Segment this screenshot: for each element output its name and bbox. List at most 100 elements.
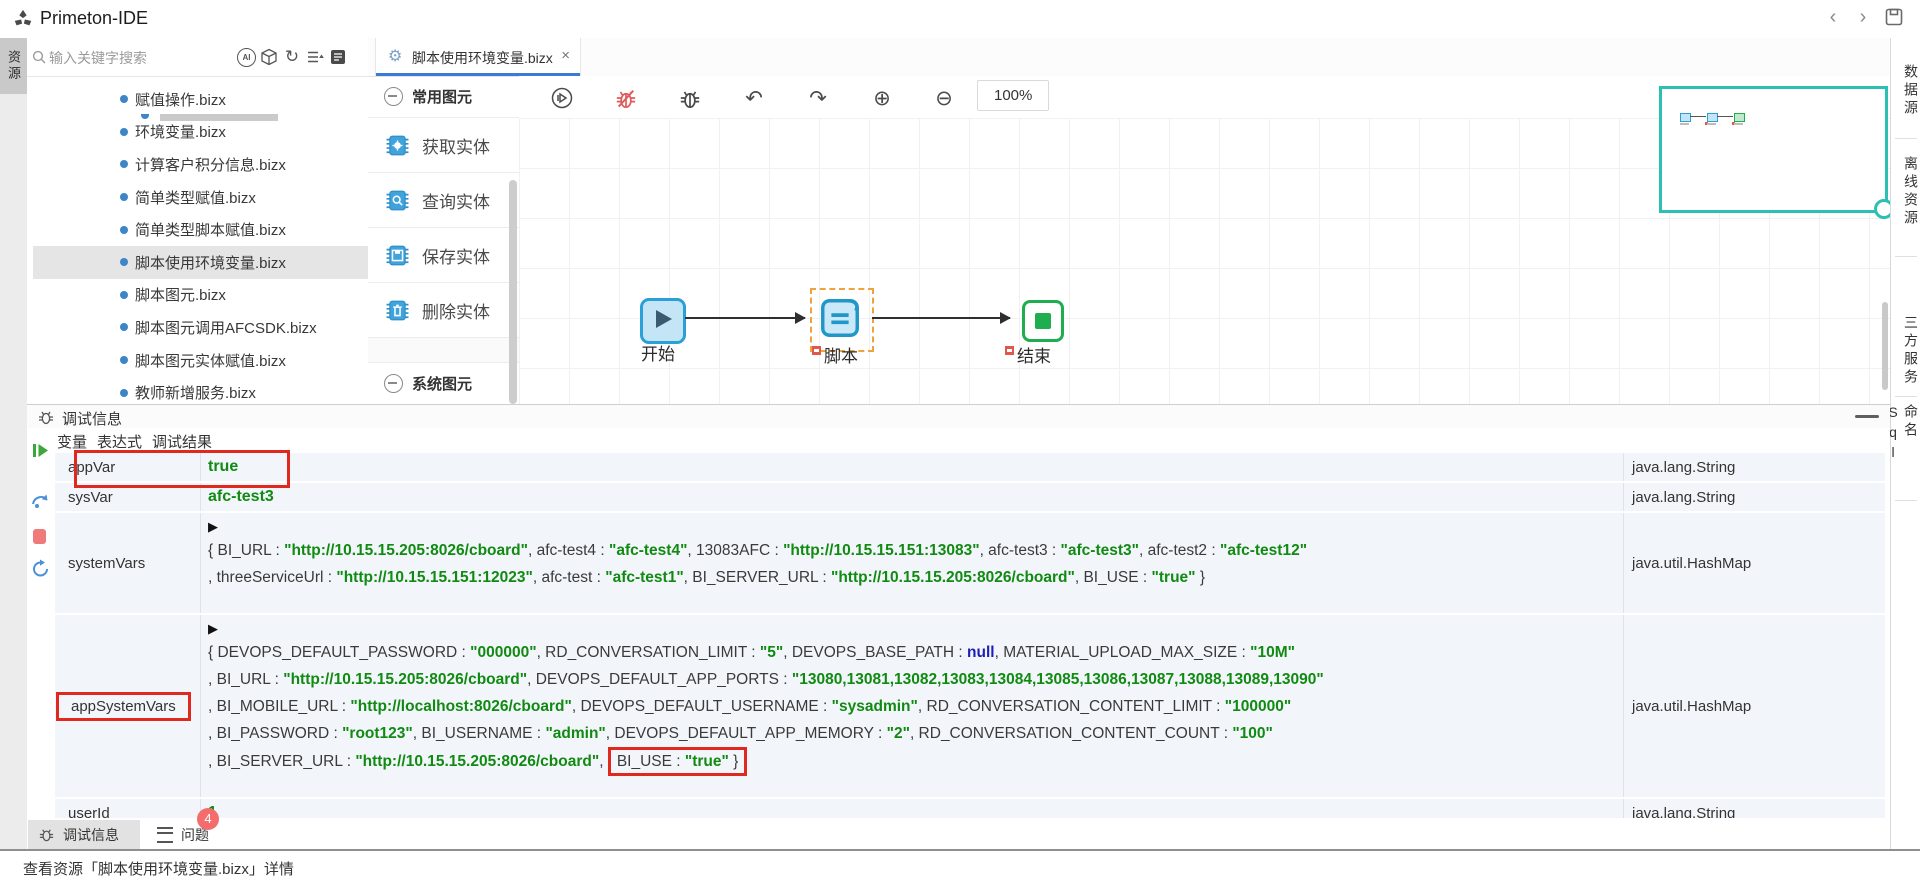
rerun-icon[interactable]	[31, 559, 51, 579]
variable-row-systemVars[interactable]: systemVars▶{ BI_URL : "http://10.15.15.2…	[55, 513, 1890, 615]
tree-item[interactable]: 脚本图元实体赋值.bizx	[27, 344, 368, 377]
run-icon[interactable]	[549, 85, 575, 111]
palette-section-system[interactable]: 系统图元	[368, 363, 519, 404]
tree-item[interactable]: 简单类型赋值.bizx	[27, 181, 368, 214]
rail-tab-resources[interactable]: 资源	[0, 38, 27, 94]
value-line: , BI_SERVER_URL : "http://10.15.15.205:8…	[208, 747, 1623, 776]
undo-icon[interactable]: ↶	[741, 85, 767, 111]
edge-start-script[interactable]	[685, 317, 805, 319]
canvas-scrollbar[interactable]	[1882, 302, 1888, 390]
rail-divider	[1895, 396, 1917, 397]
diagram-view-icon[interactable]	[329, 48, 347, 66]
nav-back-icon[interactable]: ‹	[1822, 6, 1844, 29]
node-label-end: 结束	[1017, 342, 1051, 367]
ai-icon[interactable]: AI	[237, 48, 256, 67]
tree-item[interactable]: 赋值操作.bizx	[27, 83, 368, 116]
tree-item-label: 教师新增服务.bizx	[135, 382, 256, 403]
chip-get-icon	[384, 131, 411, 160]
step-over-icon[interactable]	[31, 490, 51, 510]
variable-value: true	[201, 453, 1624, 481]
minimize-panel-icon[interactable]	[1855, 415, 1879, 418]
minimap-node	[1680, 113, 1691, 122]
right-rail-item-3[interactable]: 三方服务	[1891, 306, 1920, 396]
status-text: 查看资源「脚本使用环境变量.bizx」详情	[23, 858, 294, 879]
edge-script-end[interactable]	[872, 317, 1010, 319]
debug-tab-3[interactable]: 调试结果	[152, 431, 212, 452]
search-icon	[32, 50, 46, 64]
right-rail-item-2[interactable]: 离线资源	[1891, 146, 1920, 238]
search-input[interactable]: 输入关键字搜索	[49, 48, 147, 68]
stop-icon[interactable]	[33, 529, 46, 544]
issues-list-icon	[157, 827, 173, 843]
file-bullet-icon	[120, 128, 128, 136]
tree-item-selected[interactable]: 脚本使用环境变量.bizx	[33, 246, 368, 279]
right-rail-item-4[interactable]: 命名Sql	[1891, 404, 1920, 496]
breakpoint-marker[interactable]	[812, 346, 821, 355]
palette-item-保存实体[interactable]: 保存实体	[368, 228, 519, 283]
package-icon[interactable]	[260, 48, 278, 66]
editor-tab[interactable]: ⚙ 脚本使用环境变量.bizx ×	[375, 38, 581, 76]
tree-item[interactable]: 脚本图元调用AFCSDK.bizx!	[27, 311, 368, 344]
sort-icon[interactable]	[306, 48, 324, 66]
bottom-tab-issues[interactable]: 问题	[145, 820, 245, 849]
flow-canvas[interactable]: ↶ ↷ ⊕ ⊖ 100% 开始 脚本 结束	[519, 76, 1890, 404]
value-text: afc-test3	[208, 483, 1623, 511]
tree-item[interactable]: 脚本图元.bizx	[27, 279, 368, 312]
debug-gutter	[27, 453, 56, 819]
palette-item-查询实体[interactable]: 查询实体	[368, 173, 519, 228]
right-rail-item-1[interactable]: 数据源	[1891, 48, 1920, 134]
tab-close-icon[interactable]: ×	[561, 47, 570, 64]
variable-row-sysVar[interactable]: sysVarafc-test3java.lang.String	[55, 483, 1890, 513]
node-start[interactable]	[640, 298, 686, 344]
file-bullet-icon	[120, 193, 128, 201]
node-end[interactable]	[1022, 300, 1064, 342]
tree-item[interactable]: 计算客户积分信息.bizx	[27, 148, 368, 181]
debug-tab-1[interactable]: 变量	[57, 431, 87, 455]
expander-icon[interactable]: ▶	[208, 615, 1623, 639]
variable-value: ▶{ BI_URL : "http://10.15.15.205:8026/cb…	[201, 513, 1624, 613]
file-bullet-icon	[120, 389, 128, 397]
tree-item-label: 简单类型脚本赋值.bizx	[135, 219, 286, 240]
value-line: , threeServiceUrl : "http://10.15.15.151…	[208, 564, 1623, 591]
zoom-out-icon[interactable]: ⊖	[931, 85, 957, 111]
file-bullet-icon	[120, 356, 128, 364]
refresh-icon[interactable]: ↻	[283, 48, 301, 66]
minimap-resize-handle[interactable]	[1874, 199, 1890, 219]
zoom-level[interactable]: 100%	[977, 80, 1049, 111]
tree-item-label: 脚本图元调用AFCSDK.bizx	[135, 317, 317, 338]
debug-tab-2[interactable]: 表达式	[97, 431, 142, 452]
collapse-icon	[384, 87, 403, 106]
bottom-tab-bar: 调试信息 问题 4	[27, 818, 1890, 849]
bottom-tab-debug[interactable]: 调试信息	[28, 820, 140, 849]
breakpoint-marker[interactable]	[1005, 346, 1014, 355]
annotation-box: BI_USE : "true" }	[608, 747, 748, 776]
tree-item[interactable]: 教师新增服务.bizx	[27, 376, 368, 404]
rail-divider	[1895, 138, 1917, 139]
right-rail: 数据源离线资源三方服务命名Sql	[1890, 38, 1920, 849]
tree-item-label: 脚本使用环境变量.bizx	[135, 252, 286, 273]
nav-forward-icon[interactable]: ›	[1852, 6, 1874, 29]
variable-row-appVar[interactable]: appVartruejava.lang.String	[55, 453, 1890, 483]
palette-item-删除实体[interactable]: 删除实体	[368, 283, 519, 338]
palette-item-获取实体[interactable]: 获取实体	[368, 118, 519, 173]
palette-panel: 常用图元获取实体查询实体保存实体删除实体系统图元	[368, 76, 520, 404]
debug-tabs: 变量表达式调试结果	[27, 428, 1890, 454]
resume-icon[interactable]	[31, 441, 50, 460]
node-label-start: 开始	[641, 340, 675, 365]
file-bullet-icon	[120, 160, 128, 168]
stop-debug-icon[interactable]	[613, 85, 639, 111]
save-icon[interactable]	[1884, 7, 1904, 27]
editor-tab-strip: ⚙ 脚本使用环境变量.bizx ×	[368, 38, 1890, 77]
palette-section-common[interactable]: 常用图元	[368, 76, 519, 118]
expander-icon[interactable]: ▶	[208, 513, 1623, 537]
palette-scrollbar[interactable]	[509, 180, 517, 404]
minimap[interactable]	[1659, 86, 1888, 213]
tree-item[interactable]: 环境变量.bizx	[27, 116, 368, 149]
variable-row-appSystemVars[interactable]: appSystemVars▶{ DEVOPS_DEFAULT_PASSWORD …	[55, 615, 1890, 799]
tree-item[interactable]: 简单类型脚本赋值.bizx	[27, 213, 368, 246]
minimap-label	[1734, 123, 1743, 125]
minimap-label	[1707, 123, 1716, 125]
redo-icon[interactable]: ↷	[805, 85, 831, 111]
debug-icon[interactable]	[677, 85, 703, 111]
zoom-in-icon[interactable]: ⊕	[869, 85, 895, 111]
